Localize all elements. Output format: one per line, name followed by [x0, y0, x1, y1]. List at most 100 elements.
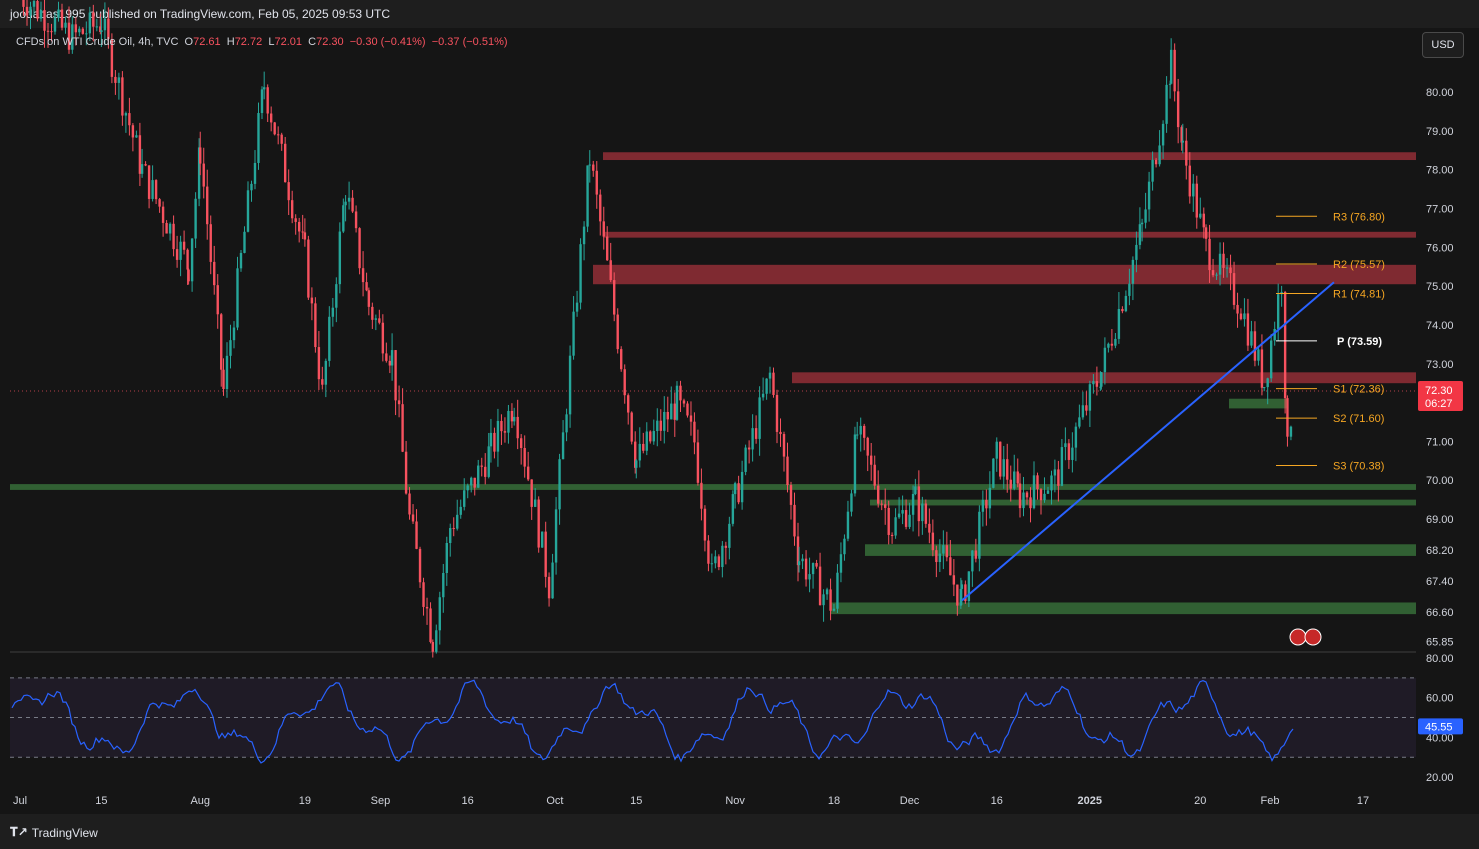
candle-body: [1168, 83, 1172, 85]
support-zone: [1229, 398, 1287, 409]
candle-body: [236, 268, 239, 328]
candle-body: [1140, 222, 1144, 225]
candle-body: [747, 447, 751, 450]
high-value: 72.72: [234, 36, 263, 48]
candle-body: [666, 411, 669, 420]
candle-body: [1029, 497, 1032, 509]
candle-body: [401, 404, 404, 452]
candle-body: [117, 77, 121, 83]
candle-body: [1092, 381, 1095, 385]
candle-body: [408, 493, 411, 515]
symbol-legend: CFDs on WTI Crude Oil, 4h, TVC O72.61 H7…: [16, 36, 508, 48]
candle-body: [1195, 183, 1198, 218]
candle-body: [523, 448, 526, 467]
candle-body: [1135, 244, 1138, 260]
candle-body: [438, 597, 441, 631]
candle-body: [324, 360, 328, 385]
candle-body: [1032, 475, 1036, 509]
candle-body: [385, 353, 388, 361]
candle-body: [484, 466, 487, 477]
candle-body: [1222, 253, 1225, 268]
candle-body: [415, 521, 418, 549]
candle-body: [547, 576, 551, 599]
candle-body: [630, 412, 633, 442]
tradingview-brand[interactable]: 𝐓↗ TradingView: [10, 825, 98, 840]
candle-body: [1114, 338, 1117, 346]
time-tick-label: 19: [299, 795, 311, 807]
pivot-label: S2 (71.60): [1333, 413, 1384, 425]
price-tick-label: 66.60: [1426, 607, 1454, 619]
candle-body: [1013, 471, 1016, 489]
candle-body: [1036, 475, 1039, 490]
candle-body: [222, 369, 225, 390]
candle-body: [985, 499, 988, 509]
candle-body: [29, 6, 32, 16]
rsi-tick-label: 80.00: [1426, 653, 1454, 665]
candle-body: [1161, 123, 1165, 146]
candle-body: [365, 282, 368, 291]
price-tick-label: 73.00: [1426, 359, 1454, 371]
candle-body: [1081, 405, 1085, 418]
pivot-label: P (73.59): [1337, 336, 1382, 348]
candle-body: [1025, 492, 1029, 498]
candle-body: [613, 280, 616, 315]
candle-body: [229, 340, 232, 356]
candle-body: [335, 284, 338, 308]
candle-body: [1204, 227, 1208, 239]
candle-body: [897, 513, 901, 518]
candle-body: [782, 434, 786, 457]
candle-body: [733, 483, 737, 495]
candle-body: [797, 561, 801, 566]
candle-body: [374, 318, 378, 320]
candle-body: [663, 411, 666, 431]
price-tick-label: 75.00: [1426, 281, 1454, 293]
candle-body: [670, 403, 673, 420]
candle-body: [917, 486, 921, 522]
candle-body: [1218, 253, 1222, 275]
candle-body: [1289, 426, 1293, 437]
currency-button[interactable]: USD: [1422, 32, 1464, 58]
candle-body: [422, 582, 425, 607]
candle-body: [758, 397, 761, 439]
candle-body: [202, 163, 205, 187]
candle-body: [487, 446, 490, 477]
candle-body: [331, 307, 335, 317]
candle-body: [971, 550, 974, 572]
low-value: 72.01: [274, 36, 302, 48]
price-tick-label: 69.00: [1426, 514, 1454, 526]
candle-body: [1009, 479, 1012, 489]
candle-body: [846, 511, 850, 539]
candle-body: [477, 465, 480, 488]
candle-body: [843, 538, 846, 555]
resistance-zone: [603, 152, 1416, 161]
candle-body: [503, 431, 507, 433]
candle-body: [404, 451, 408, 494]
price-tick-label: 76.00: [1426, 242, 1454, 254]
candle-body: [530, 479, 533, 507]
chart-canvas[interactable]: R3 (76.80) R2 (75.57) R1 (74.81) P (73.59) S…: [0, 0, 1479, 849]
candle-body: [187, 269, 190, 282]
candle-body: [656, 420, 659, 432]
candle-body: [32, 0, 36, 7]
candle-body: [579, 244, 582, 303]
candle-body: [751, 428, 754, 450]
candle-body: [1088, 384, 1092, 411]
candle-body: [1185, 140, 1188, 166]
candle-body: [74, 24, 78, 33]
candle-body: [209, 224, 212, 262]
candle-body: [344, 201, 347, 206]
candle-body: [1266, 378, 1269, 388]
time-tick-label: 18: [828, 795, 840, 807]
candle-body: [1236, 304, 1239, 314]
candle-body: [1131, 259, 1135, 284]
candle-body: [1074, 426, 1078, 448]
candle-body: [287, 182, 290, 201]
candle-body: [836, 572, 839, 609]
candle-body: [595, 170, 598, 195]
candle-body: [978, 511, 981, 559]
candle-body: [100, 30, 103, 33]
pivot-label: R3 (76.80): [1333, 211, 1385, 223]
candle-body: [314, 303, 317, 348]
us-flag-icon: [1304, 628, 1322, 646]
candle-body: [354, 211, 358, 229]
